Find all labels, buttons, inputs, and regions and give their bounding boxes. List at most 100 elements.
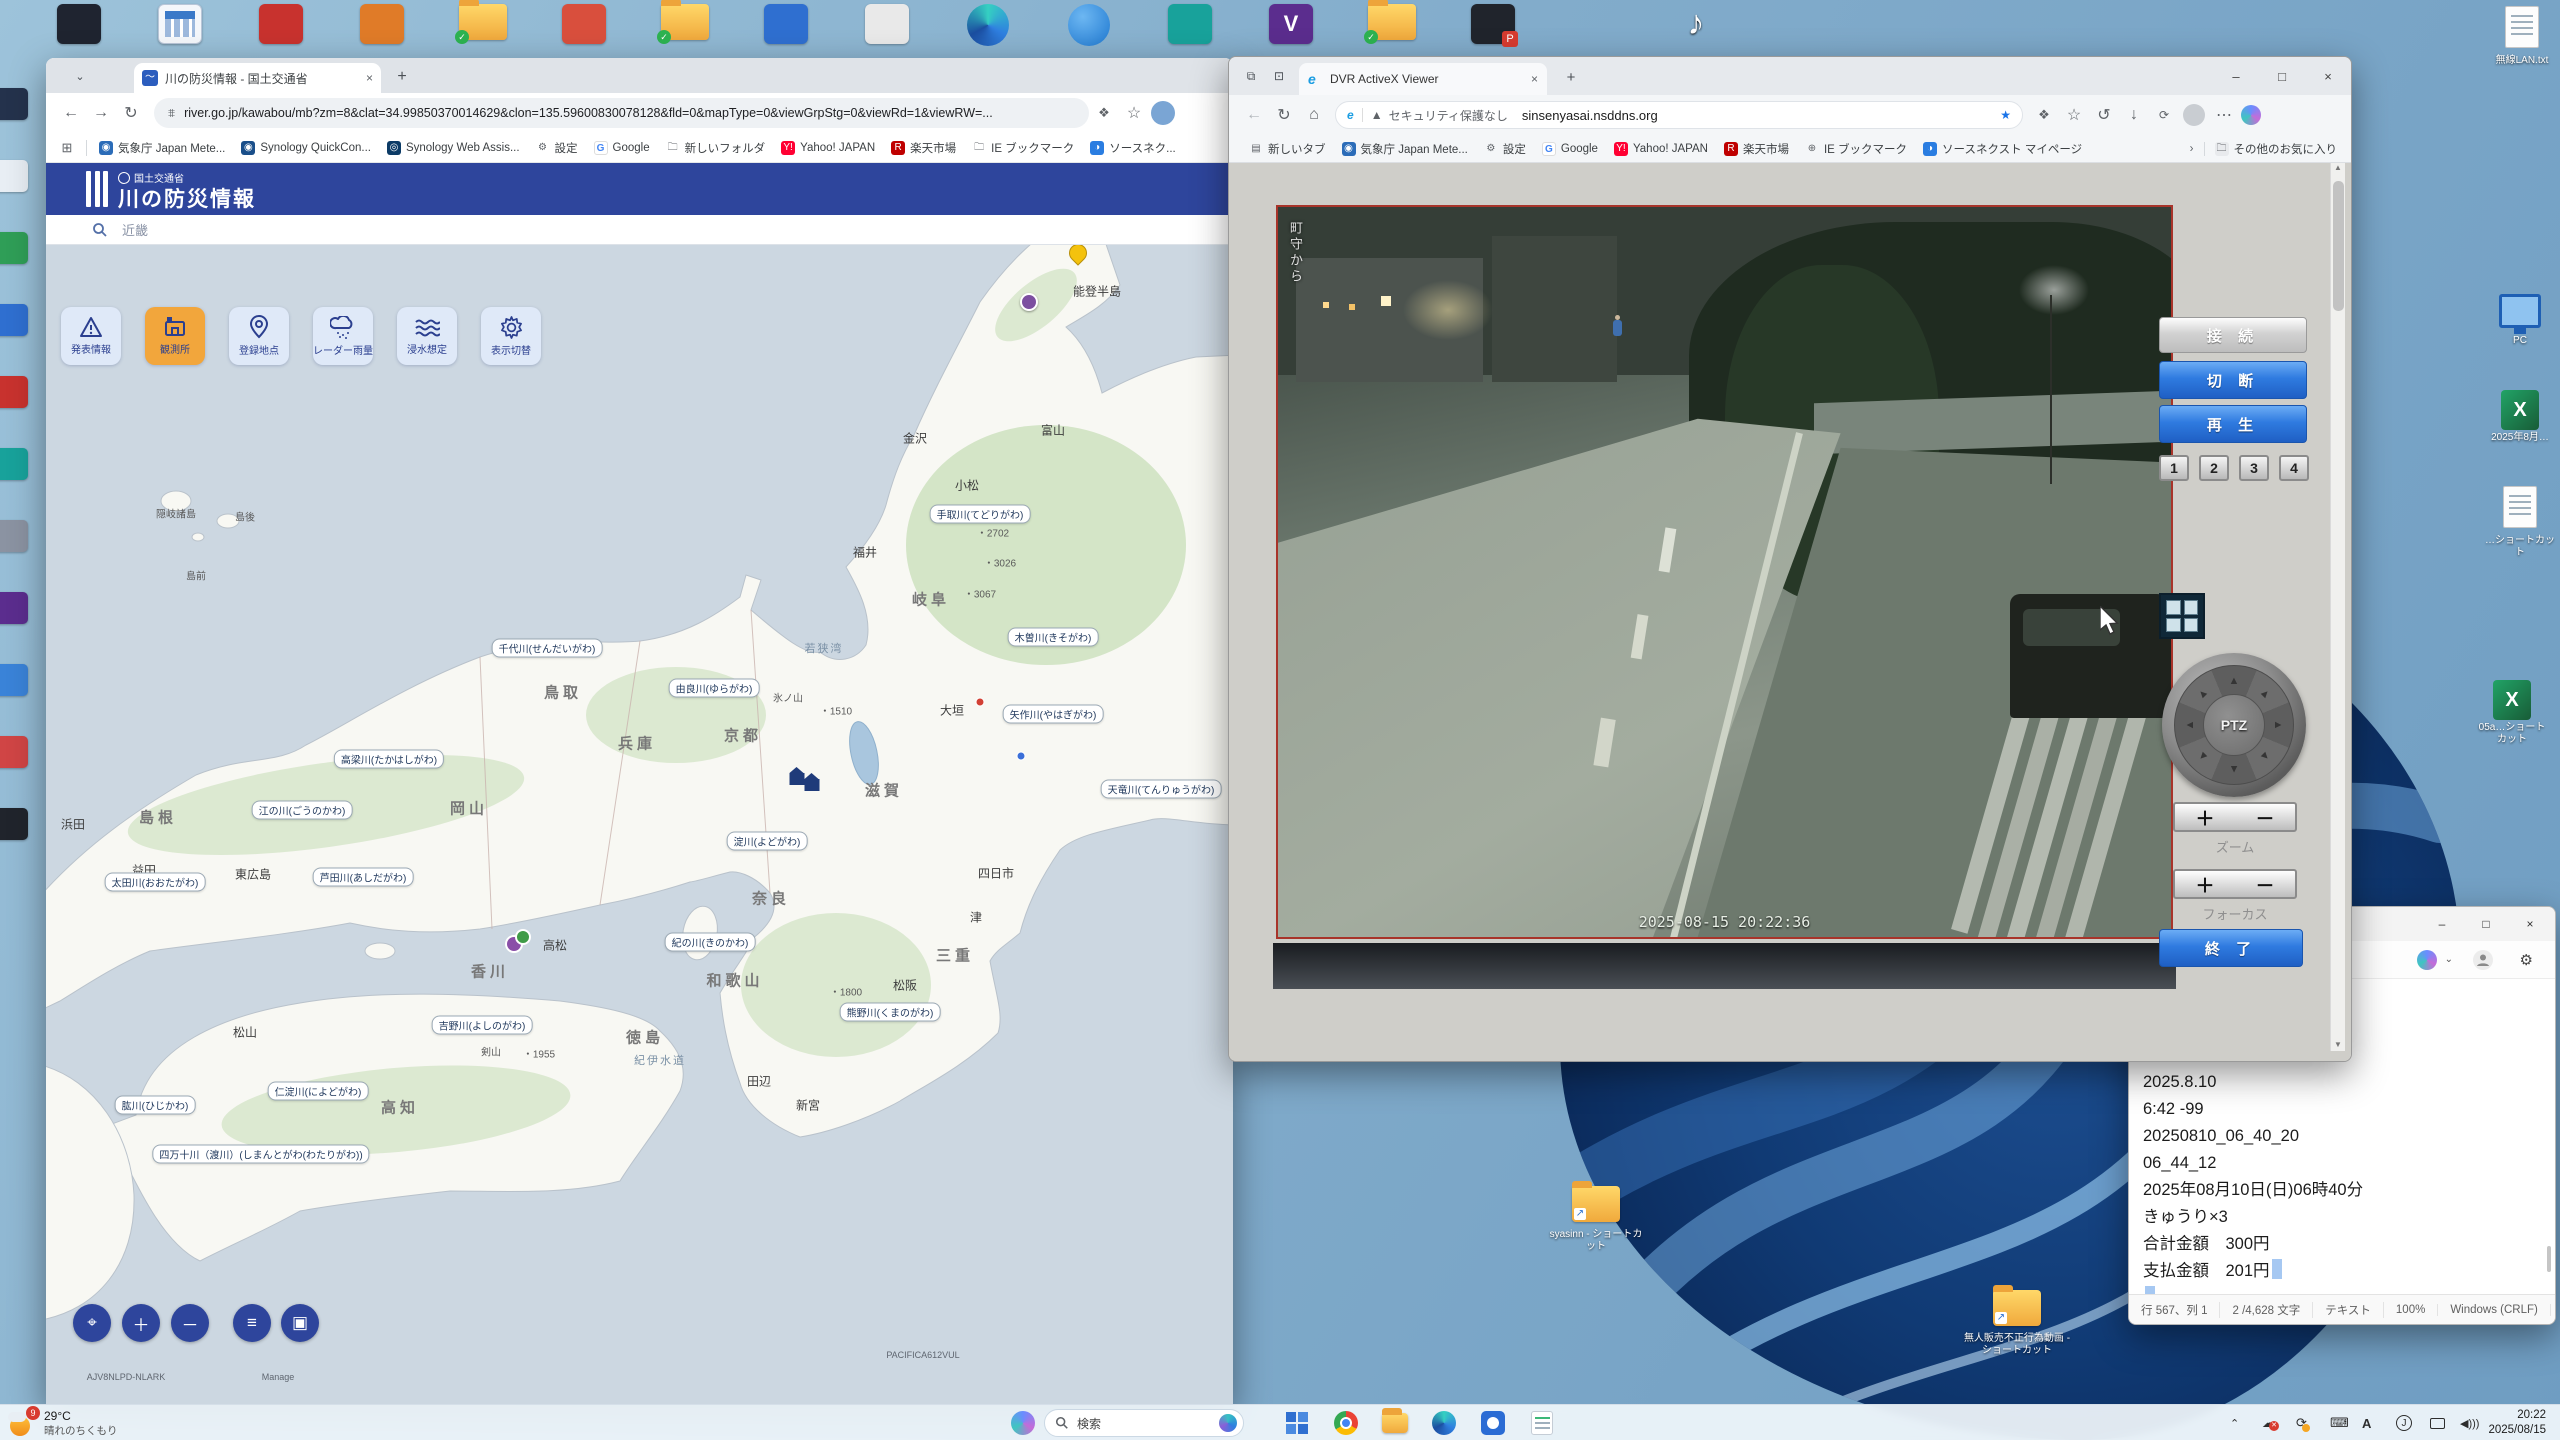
desktop-icon-top-5[interactable] [548,4,620,49]
edge-scrollbar[interactable]: ▲ ▼ [2330,163,2345,1051]
desktop-icon-left-6[interactable] [0,520,28,552]
edge-active-tab[interactable]: e DVR ActiveX Viewer × [1299,63,1547,95]
camera-video-frame[interactable]: 町守から 2025-08-15 20:22:36 [1276,205,2173,939]
site-controls-icon[interactable]: ⩨ [168,106,175,121]
river-name-pill[interactable]: 矢作川(やはぎがわ) [1002,704,1104,724]
taskbar-explorer-icon[interactable] [1380,1408,1410,1438]
river-name-pill[interactable]: 太田川(おおたがわ) [104,872,206,892]
tray-tray-chevron[interactable]: ⌃ [2230,1413,2239,1433]
dvr-disconnect-button[interactable]: 切 断 [2159,361,2307,399]
notepad-maximize-button[interactable]: □ [2465,907,2507,941]
bookmark-ie-[interactable]: 🗀 IE ブックマーク [972,140,1074,156]
focus-plus-button[interactable]: ＋ [2195,871,2214,898]
dvr-play-button[interactable]: 再 生 [2159,405,2307,443]
map-button-表示切替[interactable]: 表示切替 [481,307,541,365]
forward-button[interactable]: → [86,98,116,128]
desktop-icon-top-8[interactable] [851,4,923,49]
desktop-icon-top-2[interactable] [245,4,317,49]
focus-minus-button[interactable]: － [2255,871,2274,898]
bookmark-star-icon[interactable]: ☆ [1119,98,1149,128]
ptz-center[interactable]: PTZ [2203,694,2265,756]
bookmark--japan-mete-[interactable]: ◉ 気象庁 Japan Mete... [1341,141,1468,157]
tray-j-circle[interactable]: J [2396,1413,2412,1433]
desktop-icon-top-1[interactable] [144,4,216,49]
desktop-icon-top-13[interactable]: ✓ [1356,0,1428,45]
bookmark--[interactable]: R 楽天市場 [891,140,956,156]
bookmark--[interactable]: ◑ ソースネクスト マイページ [1923,141,2082,157]
ptz-arrow-6[interactable]: ▲ [2182,717,2198,733]
tray-keyboard[interactable]: ⌨ [2330,1413,2349,1433]
map-marker-red[interactable] [975,697,985,707]
edge-back-button[interactable]: ← [1239,100,1269,130]
river-name-pill[interactable]: 熊野川(くまのがわ) [839,1002,941,1022]
notepad-minimize-button[interactable]: – [2421,907,2463,941]
river-name-pill[interactable]: 芦田川(あしだがわ) [312,867,414,887]
edge-profile-avatar[interactable] [2183,104,2205,126]
account-icon[interactable] [2473,950,2493,970]
channel-button-4[interactable]: 4 [2279,455,2309,481]
bookmark-synology-web-assis-[interactable]: ◎ Synology Web Assis... [386,140,520,155]
desktop-icon-top-12[interactable]: V [1255,4,1327,44]
channel-button-3[interactable]: 3 [2239,455,2269,481]
river-name-pill[interactable]: 吉野川(よしのがわ) [431,1015,533,1035]
bookmark-yahoo-japan[interactable]: Y! Yahoo! JAPAN [1613,141,1708,156]
copilot-icon[interactable] [2417,950,2437,970]
taskbar-clock[interactable]: 20:22 2025/08/15 [2488,1408,2546,1438]
desktop-icon-doc[interactable]: …ショートカット [2484,486,2556,559]
desktop-icon-left-3[interactable] [0,304,28,336]
shortcut-folder-0[interactable]: ↗ syasinn - ショートカット [1548,1181,1644,1253]
map-button-レーダー雨量[interactable]: レーダー雨量 [313,307,373,365]
river-name-pill[interactable]: 木曽川(きそがわ) [1007,627,1099,647]
shortcut-folder-1[interactable]: ↗ 無人販売不正行為動画 - ショートカット [1962,1285,2072,1357]
map-search-bar[interactable]: 近畿 [46,215,1233,245]
taskbar-edge-icon[interactable] [1429,1408,1459,1438]
edge-copilot-icon[interactable] [2241,105,2261,125]
desktop-icon-txt[interactable]: 無線LAN.txt [2486,6,2558,67]
taskbar-notepad-icon[interactable] [1527,1408,1557,1438]
favorite-star-icon[interactable]: ★ [2000,108,2011,122]
desktop-icon-top-6[interactable]: ✓ [649,0,721,45]
edge-minimize-button[interactable]: – [2213,57,2259,95]
notepad-close-button[interactable]: × [2509,907,2551,941]
apps-grid-icon[interactable]: ⊞ [58,139,76,157]
river-name-pill[interactable]: 千代川(せんだいがわ) [491,638,603,658]
river-name-pill[interactable]: 紀の川(きのかわ) [664,932,756,952]
map-control-zoom-out[interactable]: － [171,1304,209,1342]
bookmark--[interactable]: ⚙ 設定 [1484,141,1525,157]
map-button-発表情報[interactable]: 発表情報 [61,307,121,365]
desktop-icon-left-1[interactable] [0,160,28,192]
favorites-icon[interactable]: ☆ [2059,100,2089,130]
reload-button[interactable]: ↻ [116,98,146,128]
tray-monitor[interactable] [2430,1413,2445,1433]
profile-avatar[interactable] [1151,101,1175,125]
desktop-icon-top-9[interactable] [952,4,1024,51]
tray-onedrive-error[interactable]: ☁ ✕ [2262,1413,2279,1433]
map-button-浸水想定[interactable]: 浸水想定 [397,307,457,365]
tab-workspaces-icon[interactable]: ⧉ [1239,64,1263,88]
edge-maximize-button[interactable]: □ [2259,57,2305,95]
map-marker-house[interactable] [789,767,805,785]
edge-home-button[interactable]: ⌂ [1299,100,1329,130]
history-icon[interactable]: ↺ [2089,100,2119,130]
desktop-icon-left-7[interactable] [0,592,28,624]
bookmarks-overflow-chevron[interactable]: › [2190,143,2194,155]
ie-mode-reload-icon[interactable]: ⟳ [2149,100,2179,130]
bookmark--japan-mete-[interactable]: ◉ 気象庁 Japan Mete... [99,140,225,156]
river-name-pill[interactable]: 四万十川（渡川）(しまんとがわ(わたりがわ)) [152,1144,370,1164]
edge-close-button[interactable]: × [2305,57,2351,95]
taskbar-chrome-icon[interactable] [1331,1408,1361,1438]
map-button-観測所[interactable]: 観測所 [145,307,205,365]
desktop-icon-top-14[interactable]: P [1457,4,1529,49]
channel-button-1[interactable]: 1 [2159,455,2189,481]
weather-widget[interactable]: 9 29°C 晴れのちくもり [8,1406,118,1438]
tray-ime-a[interactable]: A [2362,1413,2371,1433]
taskbar-start-icon[interactable] [1282,1408,1312,1438]
dvr-connect-button[interactable]: 接 続 [2159,317,2307,353]
river-name-pill[interactable]: 高梁川(たかはしがわ) [333,749,445,769]
extensions-puzzle-icon[interactable]: ❖ [2029,100,2059,130]
bookmark--[interactable]: 🗀 新しいフォルダ [666,140,766,156]
tab-search-chevron[interactable]: ⌄ [70,66,90,86]
zoom-rocker[interactable]: ＋ － [2173,802,2297,832]
channel-button-2[interactable]: 2 [2199,455,2229,481]
desktop-icon-top-7[interactable] [750,4,822,49]
